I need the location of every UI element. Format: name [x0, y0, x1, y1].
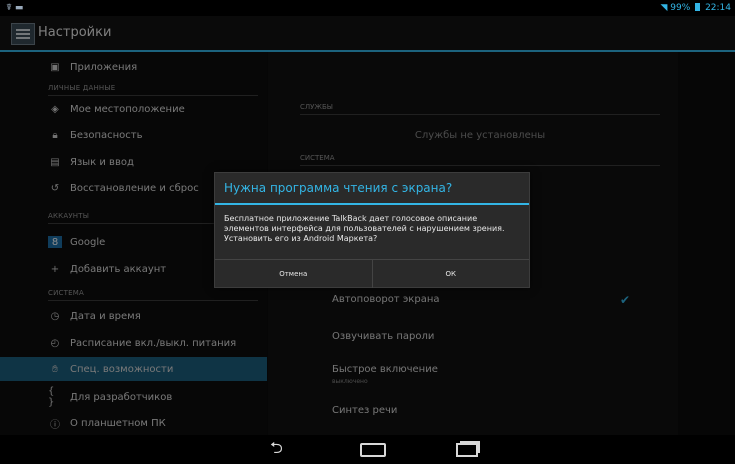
status-indicators: ◥ 99% 22:14 [660, 3, 731, 13]
clock: 22:14 [705, 3, 731, 13]
dialog-buttons: Отмена ОК [215, 259, 529, 288]
battery-percent: 99% [670, 3, 691, 13]
wifi-icon: ◥ [660, 3, 668, 13]
cancel-button[interactable]: Отмена [215, 260, 372, 288]
screen-reader-dialog: Нужна программа чтения с экрана? Бесплат… [214, 172, 530, 288]
status-bar: ☤ ▬ ◥ 99% 22:14 [0, 0, 735, 16]
dialog-divider [215, 203, 529, 205]
home-icon[interactable] [360, 443, 386, 457]
battery-icon [695, 3, 701, 11]
ok-button[interactable]: ОК [371, 260, 530, 288]
dialog-message: Бесплатное приложение TalkBack дает голо… [224, 214, 505, 243]
navigation-bar: ⮌ [0, 435, 735, 461]
usb-debug-icon: ☤ ▬ [6, 3, 24, 13]
dialog-title: Нужна программа чтения с экрана? [224, 181, 453, 195]
recent-apps-icon[interactable] [456, 443, 478, 457]
back-icon[interactable]: ⮌ [270, 437, 283, 464]
